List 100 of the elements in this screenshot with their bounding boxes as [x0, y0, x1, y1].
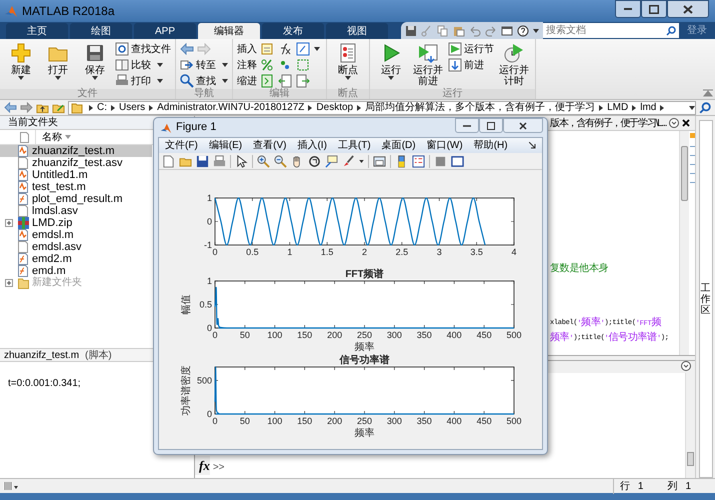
brush-icon[interactable]	[342, 154, 355, 168]
help-icon[interactable]	[517, 24, 529, 36]
expand-icon[interactable]	[5, 219, 13, 227]
address-field[interactable]: C: Users Administrator.WIN7U-20180127Z Desktop 局部均值分解算法，多个版本，含有例子，便于学习 LMD lmd	[68, 100, 696, 114]
ribbon-tab[interactable]: 主页	[6, 23, 68, 39]
menu-item[interactable]: 查看(V)	[253, 138, 286, 153]
file-row[interactable]: zhuanzifz_test.asv	[0, 157, 152, 169]
editor-tab-title[interactable]: 版本，含有例子，便于学习\L...	[550, 116, 666, 130]
maximize-button[interactable]	[479, 118, 503, 133]
file-row[interactable]: emdsl.asv	[0, 241, 152, 253]
caret-icon[interactable]	[359, 160, 364, 162]
menu-item[interactable]: 工具(T)	[338, 138, 371, 153]
caret-icon[interactable]	[345, 76, 351, 80]
menu-icon[interactable]	[669, 118, 680, 128]
path-segment[interactable]: LMD	[607, 102, 628, 114]
path-segment[interactable]: Users	[119, 102, 146, 114]
caret-icon[interactable]	[314, 47, 320, 51]
breakpoints-button[interactable]: 断点	[331, 42, 365, 80]
indent-icon[interactable]	[260, 74, 274, 88]
file-row[interactable]: emd.m	[0, 265, 152, 277]
ribbon-tab[interactable]: 编辑器	[198, 23, 260, 39]
run-and-time-button[interactable]: 运行并计时	[497, 42, 531, 87]
caret-icon[interactable]	[157, 63, 163, 67]
advance-button[interactable]: 前进	[448, 58, 494, 72]
find-button[interactable]: 查找	[180, 74, 228, 88]
square-icon[interactable]	[434, 154, 447, 168]
search-icon[interactable]	[699, 102, 711, 114]
file-row[interactable]: LMD.zip	[0, 217, 152, 229]
comment-icon[interactable]	[278, 58, 292, 72]
search-icon[interactable]	[666, 26, 676, 36]
file-row[interactable]: emd2.m	[0, 253, 152, 265]
run-and-advance-button[interactable]: 运行并前进	[411, 42, 445, 87]
rotate-icon[interactable]	[308, 154, 321, 168]
file-row[interactable]: zhuanzifz_test.m	[0, 145, 152, 157]
print-icon[interactable]	[213, 154, 226, 168]
ribbon-button[interactable]: 缩进	[237, 74, 257, 88]
menu-item[interactable]: 帮助(H)	[474, 138, 508, 153]
file-row[interactable]: emdsl.m	[0, 229, 152, 241]
path-segment[interactable]: 局部均值分解算法，多个版本，含有例子，便于学习	[365, 102, 596, 114]
caret-icon[interactable]	[157, 79, 163, 83]
save-button[interactable]: 保存	[78, 42, 112, 80]
caret-icon[interactable]	[55, 76, 61, 80]
menu-icon[interactable]	[681, 361, 691, 371]
path-segment[interactable]: lmd	[640, 102, 656, 114]
caret-icon[interactable]	[533, 28, 539, 32]
menu-item[interactable]: 编辑(E)	[208, 138, 242, 153]
menu-item[interactable]: 窗口(W)	[426, 138, 463, 153]
open-button[interactable]: 打开	[41, 42, 75, 80]
new-button[interactable]: 新建	[4, 42, 38, 80]
back-arrow-icon[interactable]	[4, 102, 17, 113]
link-plot-icon[interactable]	[373, 154, 386, 168]
save-icon[interactable]	[196, 154, 209, 168]
scroll-thumb[interactable]	[681, 146, 688, 201]
print-button[interactable]: 打印	[115, 74, 171, 88]
collapse-icon[interactable]	[703, 89, 713, 97]
file-row[interactable]: lmdsl.asv	[0, 205, 152, 217]
caret-icon[interactable]	[689, 106, 695, 110]
menu-item[interactable]: 桌面(D)	[382, 138, 416, 153]
caret-icon[interactable]	[222, 79, 228, 83]
maximize-button[interactable]	[641, 0, 667, 18]
go-to-button[interactable]: 转至	[180, 58, 228, 72]
login-link[interactable]: 登录	[679, 23, 715, 38]
minimize-button[interactable]	[455, 118, 479, 133]
run-button[interactable]: 运行	[374, 42, 408, 80]
close-icon[interactable]	[682, 119, 690, 127]
layout-icon[interactable]	[4, 481, 18, 491]
minimize-button[interactable]	[615, 0, 641, 18]
zoom-in-icon[interactable]	[257, 154, 270, 168]
scrollbar[interactable]	[679, 131, 689, 355]
close-button[interactable]	[667, 0, 709, 18]
path-segment[interactable]: Administrator.WIN7U-20180127Z	[157, 102, 304, 114]
caret-icon[interactable]	[388, 76, 394, 80]
legend-icon[interactable]	[412, 154, 425, 168]
ribbon-tab[interactable]: 视图	[326, 23, 388, 39]
scroll-thumb[interactable]	[687, 452, 694, 466]
file-row[interactable]: Untitled1.m	[0, 169, 152, 181]
caret-icon[interactable]	[18, 76, 24, 80]
back-arrow-icon[interactable]	[180, 43, 194, 55]
find-files-button[interactable]: 查找文件	[115, 42, 171, 56]
run-section-button[interactable]: 运行节	[448, 42, 494, 56]
dock-icon[interactable]	[529, 142, 536, 149]
scrollbar[interactable]	[685, 373, 695, 478]
compare-button[interactable]: 比较	[115, 58, 171, 72]
workspace-tab[interactable]: 工作区	[698, 120, 712, 478]
ribbon-button[interactable]: 注释	[237, 58, 257, 72]
data-cursor-icon[interactable]	[325, 154, 338, 168]
indent-right-icon[interactable]	[296, 74, 310, 88]
path-segment[interactable]: C:	[97, 102, 107, 114]
property-editor-icon[interactable]	[451, 154, 464, 168]
caret-icon[interactable]	[222, 63, 228, 67]
indent-left-icon[interactable]	[278, 74, 292, 88]
expand-icon[interactable]	[5, 279, 13, 287]
ribbon-tab[interactable]: 绘图	[70, 23, 132, 39]
pointer-icon[interactable]	[235, 154, 248, 168]
file-row[interactable]: test_test.m	[0, 181, 152, 193]
close-button[interactable]	[503, 118, 543, 133]
function-browser-button[interactable]: fx	[195, 456, 210, 475]
zoom-out-icon[interactable]	[274, 154, 287, 168]
path-segment[interactable]: Desktop	[316, 102, 354, 114]
file-row[interactable]: plot_emd_result.m	[0, 193, 152, 205]
